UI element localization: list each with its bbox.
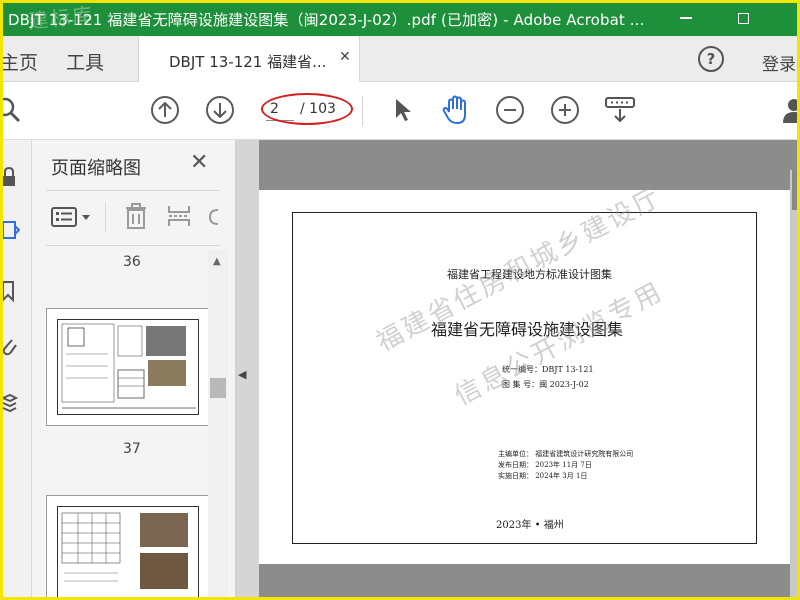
next-page-button[interactable]	[206, 96, 234, 124]
login-button[interactable]: 登录	[762, 50, 796, 75]
minus-icon	[504, 109, 516, 111]
previous-page-edge	[259, 140, 800, 190]
panel-toolbar-divider	[105, 202, 106, 232]
close-tab-icon[interactable]: ✕	[339, 49, 351, 65]
thumbnail-drawing-frame	[57, 319, 199, 415]
close-panel-icon[interactable]: ✕	[190, 150, 208, 175]
tools-tab[interactable]: 工具	[66, 48, 104, 75]
page-number-highlight-annotation	[261, 93, 353, 125]
document-tab-label: DBJT 13-121 福建省...	[169, 53, 327, 71]
page-thumbnails-panel: 页面缩略图 ✕ 36 37	[32, 140, 236, 600]
navigation-rail	[0, 140, 32, 600]
arrow-up-icon	[158, 102, 172, 117]
previous-page-button[interactable]	[151, 96, 179, 124]
delete-page-icon[interactable]	[124, 202, 148, 230]
document-implementation-line: 实施日期： 2024年 3月 1日	[498, 472, 588, 480]
minimize-icon	[680, 17, 692, 19]
next-page-edge	[259, 564, 800, 600]
rotate-page-icon[interactable]	[206, 206, 220, 228]
zoom-out-button[interactable]	[496, 96, 524, 124]
title-bar: DBJT 13-121 福建省无障碍设施建设图集（闽2023-J-02）.pdf…	[0, 0, 800, 36]
search-icon[interactable]	[0, 96, 22, 124]
thumbnails-scrollbar[interactable]: ▲	[208, 250, 228, 600]
thumbnails-panel-title: 页面缩略图	[51, 158, 141, 179]
window-title: DBJT 13-121 福建省无障碍设施建设图集（闽2023-J-02）.pdf…	[8, 11, 645, 29]
zoom-in-button[interactable]	[551, 96, 579, 124]
attachments-icon[interactable]	[2, 336, 20, 358]
page-thumbnail[interactable]	[46, 495, 210, 600]
collapse-panel-icon[interactable]: ◀	[238, 368, 246, 381]
select-cursor-icon[interactable]	[390, 96, 418, 124]
thumbnail-page-number: 36	[123, 254, 141, 270]
toolbar-divider	[362, 96, 363, 126]
panel-divider	[46, 190, 220, 191]
document-scroll-thumb[interactable]	[792, 170, 798, 210]
toolbar: 2 / 103	[0, 82, 800, 140]
bookmarks-icon[interactable]	[2, 280, 20, 302]
document-tab[interactable]: DBJT 13-121 福建省... ✕	[138, 36, 360, 82]
plus-icon	[559, 104, 571, 116]
thumbnails-scroll-thumb[interactable]	[210, 378, 226, 398]
document-page: 福建省工程建设地方标准设计图集 福建省无障碍设施建设图集 统一编号：DBJT 1…	[259, 182, 800, 564]
tab-bar: 主页 工具 DBJT 13-121 福建省... ✕ ? 登录	[0, 36, 800, 82]
extract-pages-icon[interactable]	[166, 202, 192, 230]
thumbnail-drawing-preview	[61, 323, 196, 409]
scroll-mode-icon[interactable]	[604, 96, 636, 124]
home-tab[interactable]: 主页	[0, 48, 38, 75]
user-account-icon[interactable]	[780, 96, 800, 124]
help-icon[interactable]: ?	[698, 46, 724, 72]
hand-tool-icon[interactable]	[441, 94, 471, 126]
lock-icon[interactable]	[2, 166, 20, 188]
minimize-button[interactable]	[663, 0, 709, 36]
panel-toolbar-divider-bottom	[46, 245, 220, 246]
scroll-up-icon[interactable]: ▲	[213, 256, 221, 267]
thumbnail-drawing-frame	[57, 506, 199, 600]
document-editor-line: 主编单位： 福建省建筑设计研究院有限公司	[498, 450, 634, 458]
page-thumbnail[interactable]	[46, 308, 210, 426]
thumbnail-options-menu-icon[interactable]	[51, 206, 95, 228]
layers-icon[interactable]	[2, 392, 20, 414]
maximize-button[interactable]	[720, 0, 766, 36]
thumbnail-drawing-preview	[61, 512, 188, 589]
maximize-icon	[737, 12, 749, 24]
page-thumbnails-icon[interactable]	[2, 220, 20, 242]
document-issue-line: 发布日期： 2023年 11月 7日	[498, 461, 592, 469]
document-scrollbar[interactable]	[790, 170, 800, 600]
arrow-down-icon	[213, 103, 227, 118]
document-footer: 2023年 • 福州	[496, 520, 564, 531]
thumbnail-page-number: 37	[123, 441, 141, 457]
